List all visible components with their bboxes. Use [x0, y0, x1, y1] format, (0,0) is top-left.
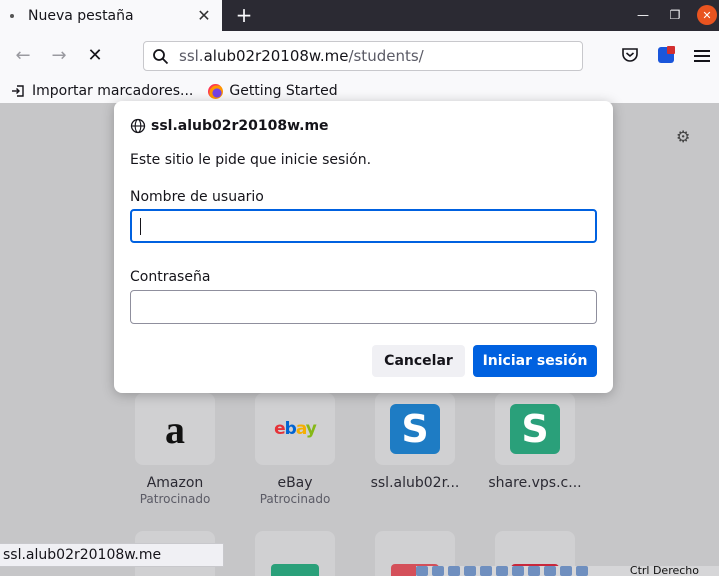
top-site-label: eBay [277, 475, 313, 491]
top-site-amazon[interactable]: a [135, 393, 215, 465]
tray-icon [496, 566, 508, 576]
top-site-label: ssl.alub02r... [370, 475, 460, 491]
s-logo-icon: S [390, 404, 440, 454]
tray-icon [544, 566, 556, 576]
forward-arrow-icon[interactable]: → [47, 43, 71, 67]
tray-icon [528, 566, 540, 576]
dialog-message: Este sitio le pide que inicie sesión. [130, 152, 372, 168]
amazon-logo-icon: a [165, 406, 185, 452]
top-site-tile[interactable] [255, 531, 335, 576]
navigation-toolbar: ← → ✕ ssl.alub02r20108w.me/students/ [0, 31, 719, 79]
bookmark-import[interactable]: Importar marcadores... [10, 83, 193, 99]
hamburger-menu-icon[interactable] [694, 50, 710, 62]
tray-icon [480, 566, 492, 576]
globe-icon [130, 118, 146, 134]
system-tray: Ctrl Derecho [416, 566, 719, 576]
ebay-logo-icon: ebay [274, 419, 317, 439]
tab-new-tab[interactable]: Nueva pestaña ✕ [0, 0, 222, 31]
back-arrow-icon[interactable]: ← [11, 43, 35, 67]
tray-text: Ctrl Derecho [629, 566, 699, 576]
extension-icon[interactable] [658, 46, 675, 63]
sign-in-button[interactable]: Iniciar sesión [473, 345, 597, 377]
url-path: /students/ [348, 47, 424, 65]
tab-strip: Nueva pestaña ✕ + — ❐ ✕ [0, 0, 719, 31]
firefox-icon [207, 83, 223, 99]
dialog-host: ssl.alub02r20108w.me [130, 118, 329, 134]
tray-icon [512, 566, 524, 576]
restore-icon[interactable]: ❐ [665, 5, 685, 25]
status-bar: ssl.alub02r20108w.me [0, 543, 224, 567]
tray-icon [448, 566, 460, 576]
url-host: alub02r20108w.me [203, 47, 349, 65]
bookmarks-toolbar: Importar marcadores... Getting Started [0, 79, 719, 103]
stop-loading-icon[interactable]: ✕ [83, 43, 107, 67]
top-site-ebay[interactable]: ebay [255, 393, 335, 465]
s-logo-icon: S [510, 404, 560, 454]
tray-icon [464, 566, 476, 576]
top-site-share[interactable]: S [495, 393, 575, 465]
tray-icon [416, 566, 428, 576]
bookmark-label: Importar marcadores... [32, 83, 194, 99]
top-site-ssl[interactable]: S [375, 393, 455, 465]
text-caret [140, 218, 141, 235]
search-icon [153, 48, 169, 64]
minimize-icon[interactable]: — [633, 5, 653, 25]
bookmark-getting-started[interactable]: Getting Started [207, 83, 338, 99]
dialog-host-text: ssl.alub02r20108w.me [151, 118, 329, 134]
close-icon[interactable]: ✕ [194, 6, 214, 26]
tray-icon [560, 566, 572, 576]
url-bar[interactable]: ssl.alub02r20108w.me/students/ [143, 41, 583, 71]
url-prefix: ssl. [179, 47, 204, 65]
url-text: ssl.alub02r20108w.me/students/ [179, 47, 424, 65]
username-label: Nombre de usuario [130, 189, 264, 205]
site-logo-icon [271, 564, 319, 576]
password-label: Contraseña [130, 269, 211, 285]
top-site-sponsored: Patrocinado [259, 492, 331, 506]
tab-loading-indicator [10, 13, 14, 18]
top-site-label: share.vps.c... [488, 475, 582, 491]
login-dialog: ssl.alub02r20108w.me Este sitio le pide … [114, 101, 613, 393]
window-close-icon[interactable]: ✕ [697, 5, 717, 25]
new-tab-button[interactable]: + [232, 4, 256, 26]
password-field[interactable] [130, 290, 597, 324]
import-icon [10, 83, 26, 99]
top-site-label: Amazon [146, 475, 204, 491]
tray-icon [432, 566, 444, 576]
settings-gear-icon[interactable]: ⚙ [676, 128, 693, 145]
pocket-icon[interactable] [620, 45, 640, 65]
cancel-button[interactable]: Cancelar [372, 345, 465, 377]
top-site-sponsored: Patrocinado [139, 492, 211, 506]
tab-title: Nueva pestaña [28, 7, 134, 24]
tray-icon [576, 566, 588, 576]
username-field[interactable] [130, 209, 597, 243]
bookmark-label: Getting Started [229, 83, 338, 99]
